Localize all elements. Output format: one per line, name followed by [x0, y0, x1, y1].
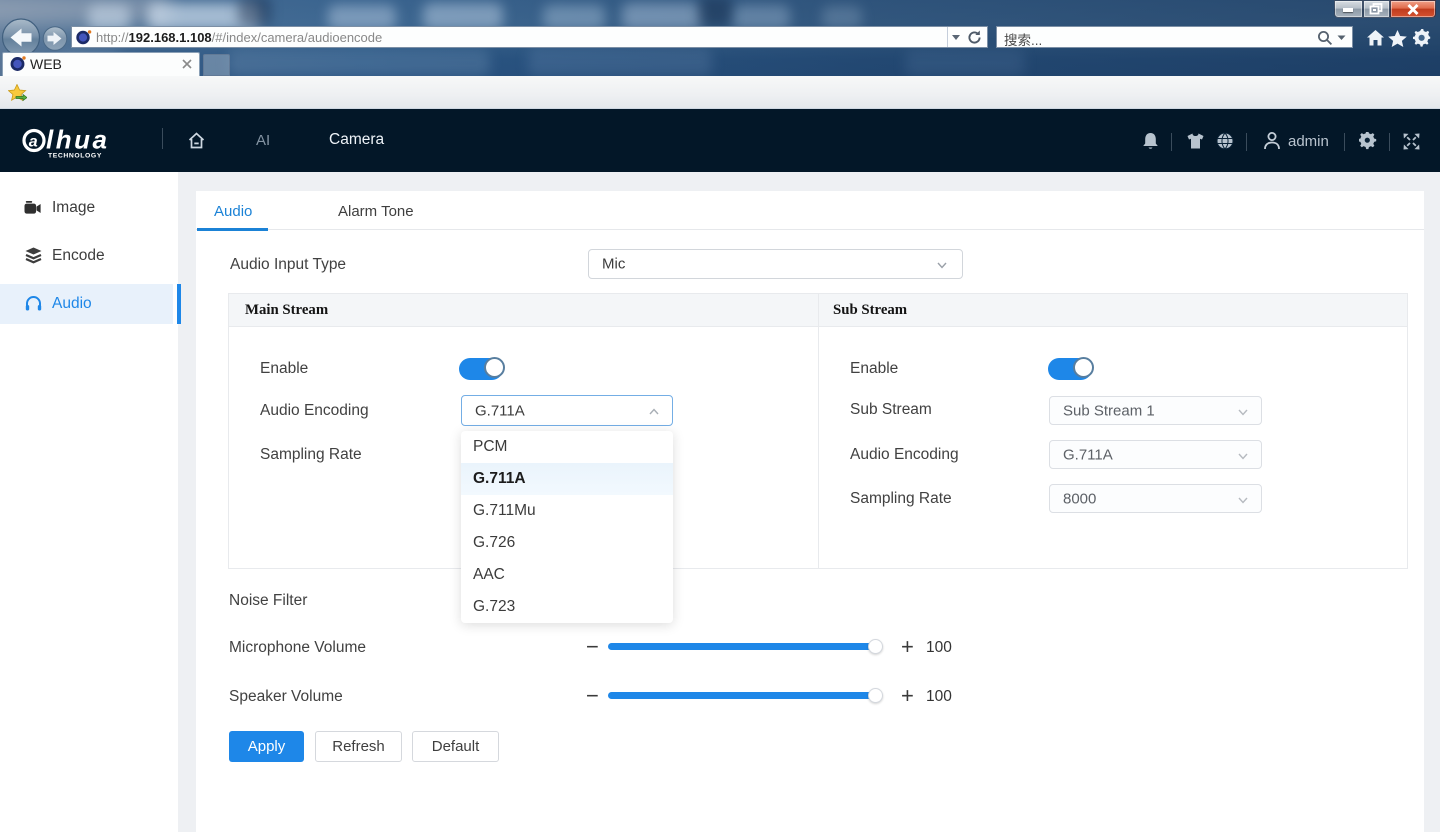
svg-text:a: a: [29, 134, 38, 151]
svg-text:TECHNOLOGY: TECHNOLOGY: [48, 153, 102, 160]
svg-text:lhua: lhua: [46, 126, 109, 155]
